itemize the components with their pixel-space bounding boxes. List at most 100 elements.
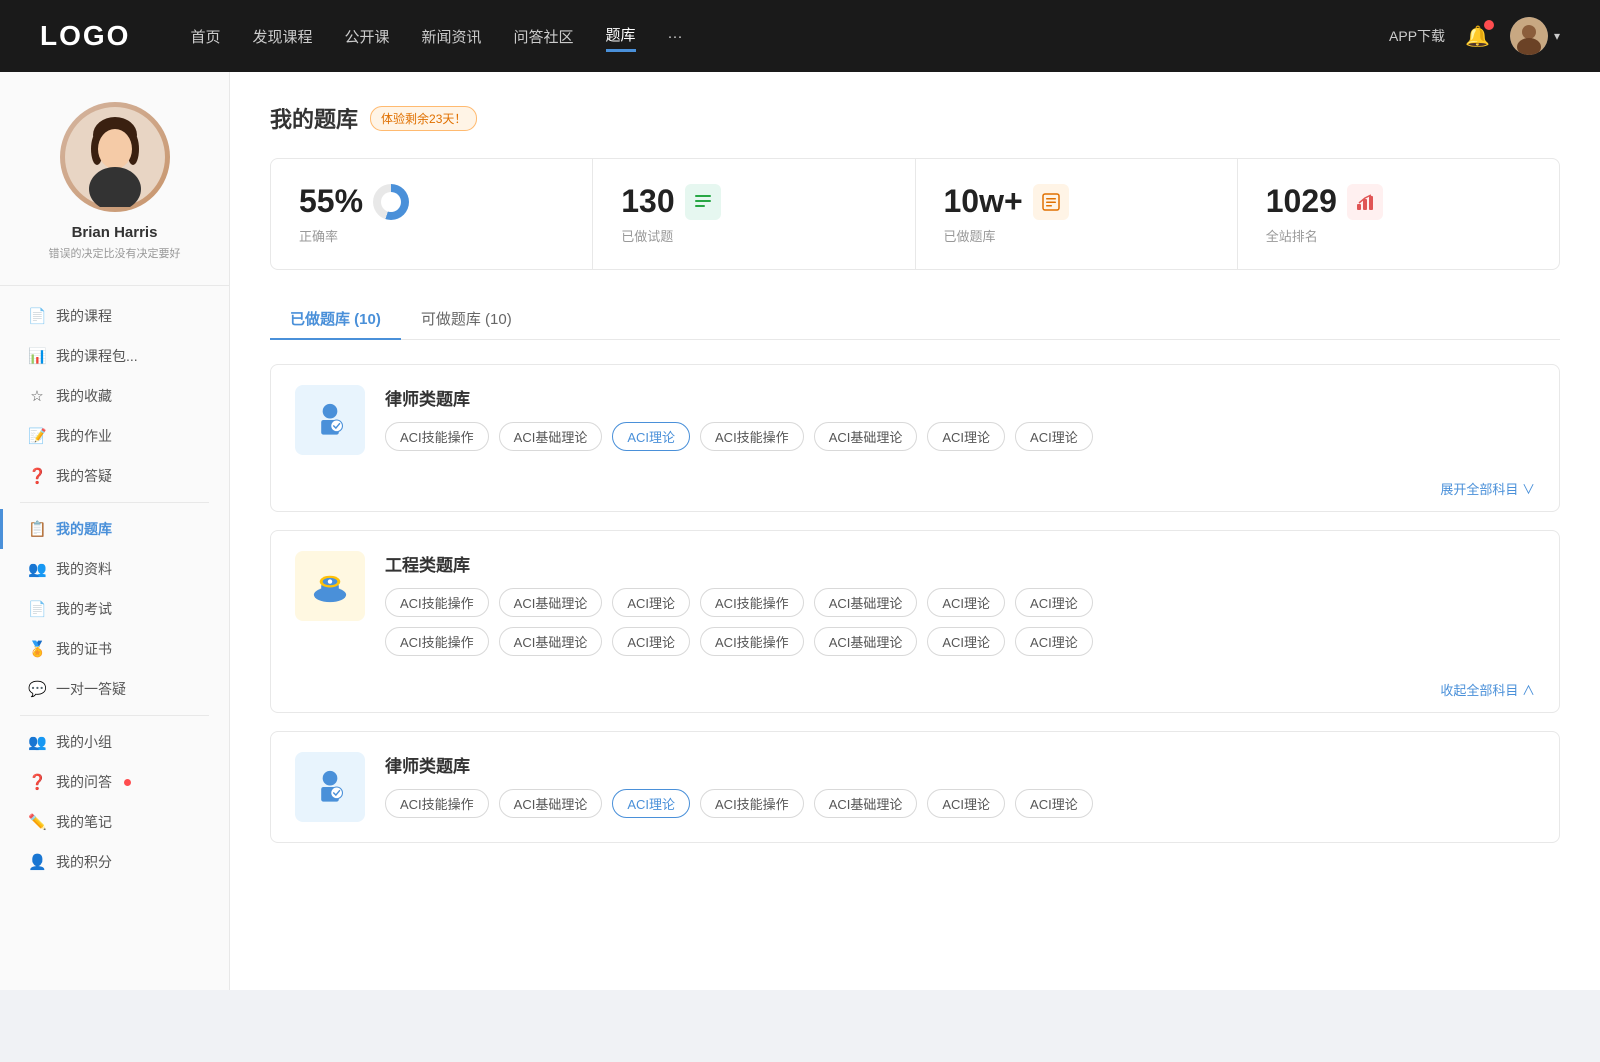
stat-questions-done: 130 已做试题 (593, 159, 915, 269)
tag[interactable]: ACI基础理论 (499, 422, 603, 451)
sidebar-item-label: 我的问答 (56, 772, 112, 792)
tags-row: ACI技能操作 ACI基础理论 ACI理论 ACI技能操作 ACI基础理论 AC… (385, 422, 1535, 451)
nav-discover[interactable]: 发现课程 (252, 22, 312, 51)
stat-top: 130 (621, 183, 886, 220)
sidebar-item-label: 我的课程包... (56, 346, 138, 366)
nav-qa[interactable]: 问答社区 (514, 22, 574, 51)
bank-title: 律师类题库 (385, 385, 1535, 410)
stat-label: 已做试题 (621, 226, 886, 245)
tags-row: ACI技能操作 ACI基础理论 ACI理论 ACI技能操作 ACI基础理论 AC… (385, 789, 1535, 818)
sidebar-item-homework[interactable]: 📝 我的作业 (0, 416, 229, 456)
bank-section-lawyer-2: 律师类题库 ACI技能操作 ACI基础理论 ACI理论 ACI技能操作 ACI基… (270, 731, 1560, 843)
sidebar-item-exam[interactable]: 📄 我的考试 (0, 589, 229, 629)
separator (20, 502, 209, 503)
tag[interactable]: ACI技能操作 (700, 422, 804, 451)
page-title: 我的题库 (270, 102, 358, 134)
tag[interactable]: ACI基础理论 (814, 627, 918, 656)
tag[interactable]: ACI基础理论 (814, 422, 918, 451)
notification-bell-icon[interactable]: 🔔 (1465, 24, 1490, 49)
tag[interactable]: ACI理论 (1015, 588, 1093, 617)
user-avatar-wrapper[interactable]: ▾ (1510, 17, 1560, 55)
sidebar-item-label: 我的小组 (56, 732, 112, 752)
tab-available[interactable]: 可做题库 (10) (401, 298, 532, 339)
tag[interactable]: ACI基础理论 (814, 789, 918, 818)
tag[interactable]: ACI技能操作 (700, 789, 804, 818)
sidebar-item-materials[interactable]: 👥 我的资料 (0, 549, 229, 589)
sidebar-item-course[interactable]: 📄 我的课程 (0, 296, 229, 336)
stat-top: 10w+ (944, 183, 1209, 220)
collapse-button[interactable]: 收起全部科目 ∧ (1440, 683, 1535, 698)
sidebar-item-points[interactable]: 👤 我的积分 (0, 842, 229, 882)
sidebar-item-favorites[interactable]: ☆ 我的收藏 (0, 376, 229, 416)
sidebar-item-one-on-one[interactable]: 💬 一对一答疑 (0, 669, 229, 709)
tag[interactable]: ACI理论 (612, 588, 690, 617)
page-header: 我的题库 体验剩余23天！ (270, 102, 1560, 134)
sidebar-item-qa[interactable]: ❓ 我的答疑 (0, 456, 229, 496)
points-icon: 👤 (28, 853, 46, 871)
tag[interactable]: ACI基础理论 (814, 588, 918, 617)
course-package-icon: 📊 (28, 347, 46, 365)
tag-active[interactable]: ACI理论 (612, 422, 690, 451)
sidebar: Brian Harris 错误的决定比没有决定要好 📄 我的课程 📊 我的课程包… (0, 72, 230, 990)
dropdown-icon: ▾ (1554, 29, 1560, 43)
nav-more[interactable]: ··· (668, 24, 683, 49)
app-download-link[interactable]: APP下载 (1389, 26, 1445, 46)
tag[interactable]: ACI基础理论 (499, 627, 603, 656)
bank-info: 工程类题库 ACI技能操作 ACI基础理论 ACI理论 ACI技能操作 ACI基… (385, 551, 1535, 656)
tag[interactable]: ACI技能操作 (385, 422, 489, 451)
nav-home[interactable]: 首页 (190, 22, 220, 51)
lawyer-icon-wrapper-2 (295, 752, 365, 822)
certificate-icon: 🏅 (28, 640, 46, 658)
trial-badge: 体验剩余23天！ (370, 106, 477, 131)
bank-header: 律师类题库 ACI技能操作 ACI基础理论 ACI理论 ACI技能操作 ACI基… (271, 365, 1559, 475)
tag[interactable]: ACI基础理论 (499, 588, 603, 617)
nav-question-bank[interactable]: 题库 (606, 20, 636, 52)
tag[interactable]: ACI技能操作 (385, 588, 489, 617)
stat-value: 10w+ (944, 183, 1023, 220)
tag[interactable]: ACI理论 (1015, 627, 1093, 656)
lawyer-icon-wrapper (295, 385, 365, 455)
materials-icon: 👥 (28, 560, 46, 578)
sidebar-item-my-qa[interactable]: ❓ 我的问答 (0, 762, 229, 802)
tag[interactable]: ACI技能操作 (385, 789, 489, 818)
tag[interactable]: ACI理论 (927, 789, 1005, 818)
sidebar-profile: Brian Harris 错误的决定比没有决定要好 (0, 102, 229, 286)
tag[interactable]: ACI理论 (927, 627, 1005, 656)
tag-active[interactable]: ACI理论 (612, 789, 690, 818)
stat-ranking: 1029 全站排名 (1238, 159, 1559, 269)
sidebar-item-question-bank[interactable]: 📋 我的题库 (0, 509, 229, 549)
ranking-icon (1347, 184, 1383, 220)
list-icon (693, 192, 713, 212)
tag[interactable]: ACI理论 (1015, 422, 1093, 451)
bank-footer: 展开全部科目 ∨ (271, 475, 1559, 511)
tag[interactable]: ACI技能操作 (385, 627, 489, 656)
sidebar-item-groups[interactable]: 👥 我的小组 (0, 722, 229, 762)
tab-completed[interactable]: 已做题库 (10) (270, 298, 401, 339)
tag[interactable]: ACI基础理论 (499, 789, 603, 818)
bank-info: 律师类题库 ACI技能操作 ACI基础理论 ACI理论 ACI技能操作 ACI基… (385, 385, 1535, 451)
question-bank-icon: 📋 (28, 520, 46, 538)
tag[interactable]: ACI理论 (927, 588, 1005, 617)
questions-done-icon (685, 184, 721, 220)
nav-news[interactable]: 新闻资讯 (422, 22, 482, 51)
sidebar-item-label: 我的证书 (56, 639, 112, 659)
tag[interactable]: ACI理论 (612, 627, 690, 656)
lawyer-icon-2 (308, 765, 352, 809)
stat-value: 130 (621, 183, 674, 220)
tag[interactable]: ACI理论 (1015, 789, 1093, 818)
separator (20, 715, 209, 716)
sidebar-item-notes[interactable]: ✏️ 我的笔记 (0, 802, 229, 842)
stat-label: 已做题库 (944, 226, 1209, 245)
tag[interactable]: ACI技能操作 (700, 588, 804, 617)
unread-dot (124, 779, 131, 786)
logo: LOGO (40, 20, 130, 52)
sidebar-item-course-package[interactable]: 📊 我的课程包... (0, 336, 229, 376)
tag[interactable]: ACI技能操作 (700, 627, 804, 656)
sidebar-item-label: 我的答疑 (56, 466, 112, 486)
bank-list-icon (1041, 192, 1061, 212)
sidebar-item-certificate[interactable]: 🏅 我的证书 (0, 629, 229, 669)
tag[interactable]: ACI理论 (927, 422, 1005, 451)
expand-button[interactable]: 展开全部科目 ∨ (1440, 482, 1535, 497)
nav-open-course[interactable]: 公开课 (344, 22, 389, 51)
stat-value: 55% (299, 183, 363, 220)
